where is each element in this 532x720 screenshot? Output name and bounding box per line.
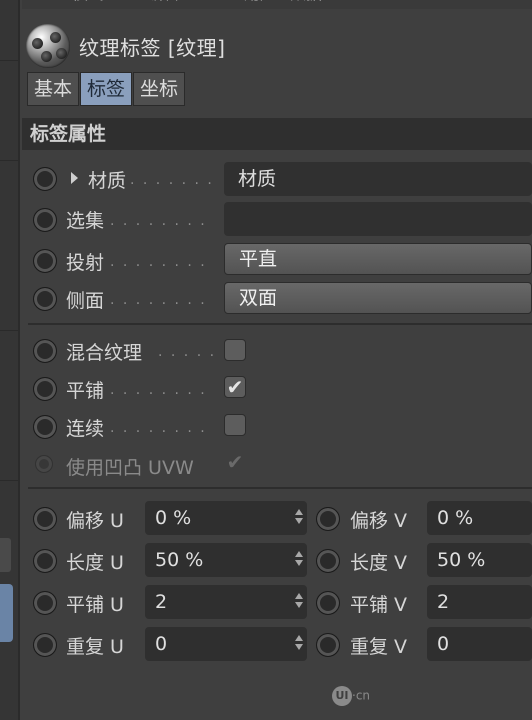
divider (28, 487, 532, 489)
material-link-field[interactable]: 材质 (224, 162, 532, 196)
offset-u-value: 0 % (155, 507, 192, 529)
animate-radio-mix-textures[interactable] (33, 339, 57, 363)
mix-textures-checkbox[interactable] (224, 339, 246, 361)
offset-u-input[interactable]: 0 % (145, 501, 307, 535)
tiles-u-spinner-icon[interactable] (295, 593, 303, 611)
animate-radio-repeat-u[interactable] (33, 633, 57, 657)
tiles-u-label: 平铺 U (66, 594, 124, 616)
watermark-text: ·cn (352, 688, 371, 703)
animate-radio-tile[interactable] (33, 377, 57, 401)
length-v-label: 长度 V (350, 552, 408, 574)
left-edge-button[interactable] (0, 538, 11, 572)
length-u-input[interactable]: 50 % (145, 543, 307, 577)
animate-radio-length-v[interactable] (316, 549, 340, 573)
repeat-u-spinner-icon[interactable] (295, 635, 303, 653)
tab-tag[interactable]: 标签 (80, 72, 133, 106)
left-edge-selected-item[interactable] (0, 584, 13, 642)
repeat-u-input[interactable]: 0 (145, 627, 307, 661)
material-dots: . . . . . . . (130, 172, 214, 188)
side-dots: . . . . . . . . (110, 292, 207, 308)
selection-link-field[interactable] (224, 202, 532, 236)
side-label: 侧面 (66, 290, 105, 312)
offset-u-spinner-icon[interactable] (295, 509, 303, 527)
repeat-u-value: 0 (155, 633, 168, 655)
tiles-v-input[interactable]: 2 (427, 585, 532, 619)
repeat-v-value: 0 (437, 633, 450, 655)
mix-textures-dots: . . . . . . (158, 344, 229, 360)
animate-radio-material[interactable] (33, 167, 57, 191)
seamless-dots: . . . . . . . . (110, 420, 207, 436)
section-header: 标签属性 (22, 118, 532, 150)
watermark-logo: UI ·cn (332, 686, 370, 706)
seamless-label: 连续 (66, 418, 105, 440)
length-u-spinner-icon[interactable] (295, 551, 303, 569)
animate-radio-projection[interactable] (33, 249, 57, 273)
animate-radio-seamless[interactable] (33, 415, 57, 439)
tiles-v-value: 2 (437, 591, 450, 613)
length-v-value: 50 % (437, 549, 486, 571)
tiles-v-label: 平铺 V (350, 594, 408, 616)
repeat-v-label: 重复 V (350, 636, 408, 658)
side-dropdown[interactable]: 双面 (224, 282, 532, 314)
use-uvw-bump-label: 使用凹凸 UVW (66, 457, 194, 479)
section-title: 标签属性 (30, 123, 107, 145)
animate-radio-tiles-v[interactable] (316, 591, 340, 615)
animate-radio-offset-v[interactable] (316, 507, 340, 531)
divider (28, 323, 532, 325)
repeat-u-label: 重复 U (66, 636, 124, 658)
animate-radio-selection[interactable] (33, 208, 57, 232)
use-uvw-bump-checkbox: ✔ (226, 450, 244, 474)
repeat-v-input[interactable]: 0 (427, 627, 532, 661)
tab-basic[interactable]: 基本 (27, 72, 80, 106)
tiles-u-value: 2 (155, 591, 168, 613)
animate-radio-repeat-v[interactable] (316, 633, 340, 657)
watermark-logo-mark: UI (332, 686, 352, 706)
offset-v-label: 偏移 V (350, 510, 408, 532)
projection-dropdown[interactable]: 平直 (224, 243, 532, 275)
material-label: 材质 (88, 170, 127, 192)
animate-radio-offset-u[interactable] (33, 507, 57, 531)
seamless-checkbox[interactable] (224, 414, 246, 436)
tile-dots: . . . . . . . . (110, 382, 207, 398)
mix-textures-label: 混合纹理 (66, 342, 143, 364)
left-panel-edge (0, 0, 20, 720)
selection-dots: . . . . . . . . (110, 213, 207, 229)
animate-radio-length-u[interactable] (33, 549, 57, 573)
length-v-input[interactable]: 50 % (427, 543, 532, 577)
projection-label: 投射 (66, 252, 105, 274)
offset-u-label: 偏移 U (66, 510, 124, 532)
length-u-label: 长度 U (66, 552, 124, 574)
tiles-u-input[interactable]: 2 (145, 585, 307, 619)
tab-coordinates[interactable]: 坐标 (133, 72, 186, 106)
tile-label: 平铺 (66, 380, 105, 402)
tab-bar: 基本 标签 坐标 (27, 72, 186, 106)
tile-checkbox[interactable]: ✔ (224, 376, 246, 398)
selection-label: 选集 (66, 210, 105, 232)
animate-radio-uvw-bump (35, 455, 53, 473)
menu-bar: 模式 编辑 用户 数据 (22, 0, 532, 9)
projection-dots: . . . . . . . . (110, 254, 207, 270)
offset-v-input[interactable]: 0 % (427, 501, 532, 535)
length-u-value: 50 % (155, 549, 204, 571)
object-title: 纹理标签 [纹理] (79, 36, 226, 60)
animate-radio-side[interactable] (33, 287, 57, 311)
animate-radio-tiles-u[interactable] (33, 591, 57, 615)
offset-v-value: 0 % (437, 507, 474, 529)
expand-triangle-icon[interactable] (71, 172, 78, 184)
texture-tag-sphere-icon (26, 24, 70, 68)
